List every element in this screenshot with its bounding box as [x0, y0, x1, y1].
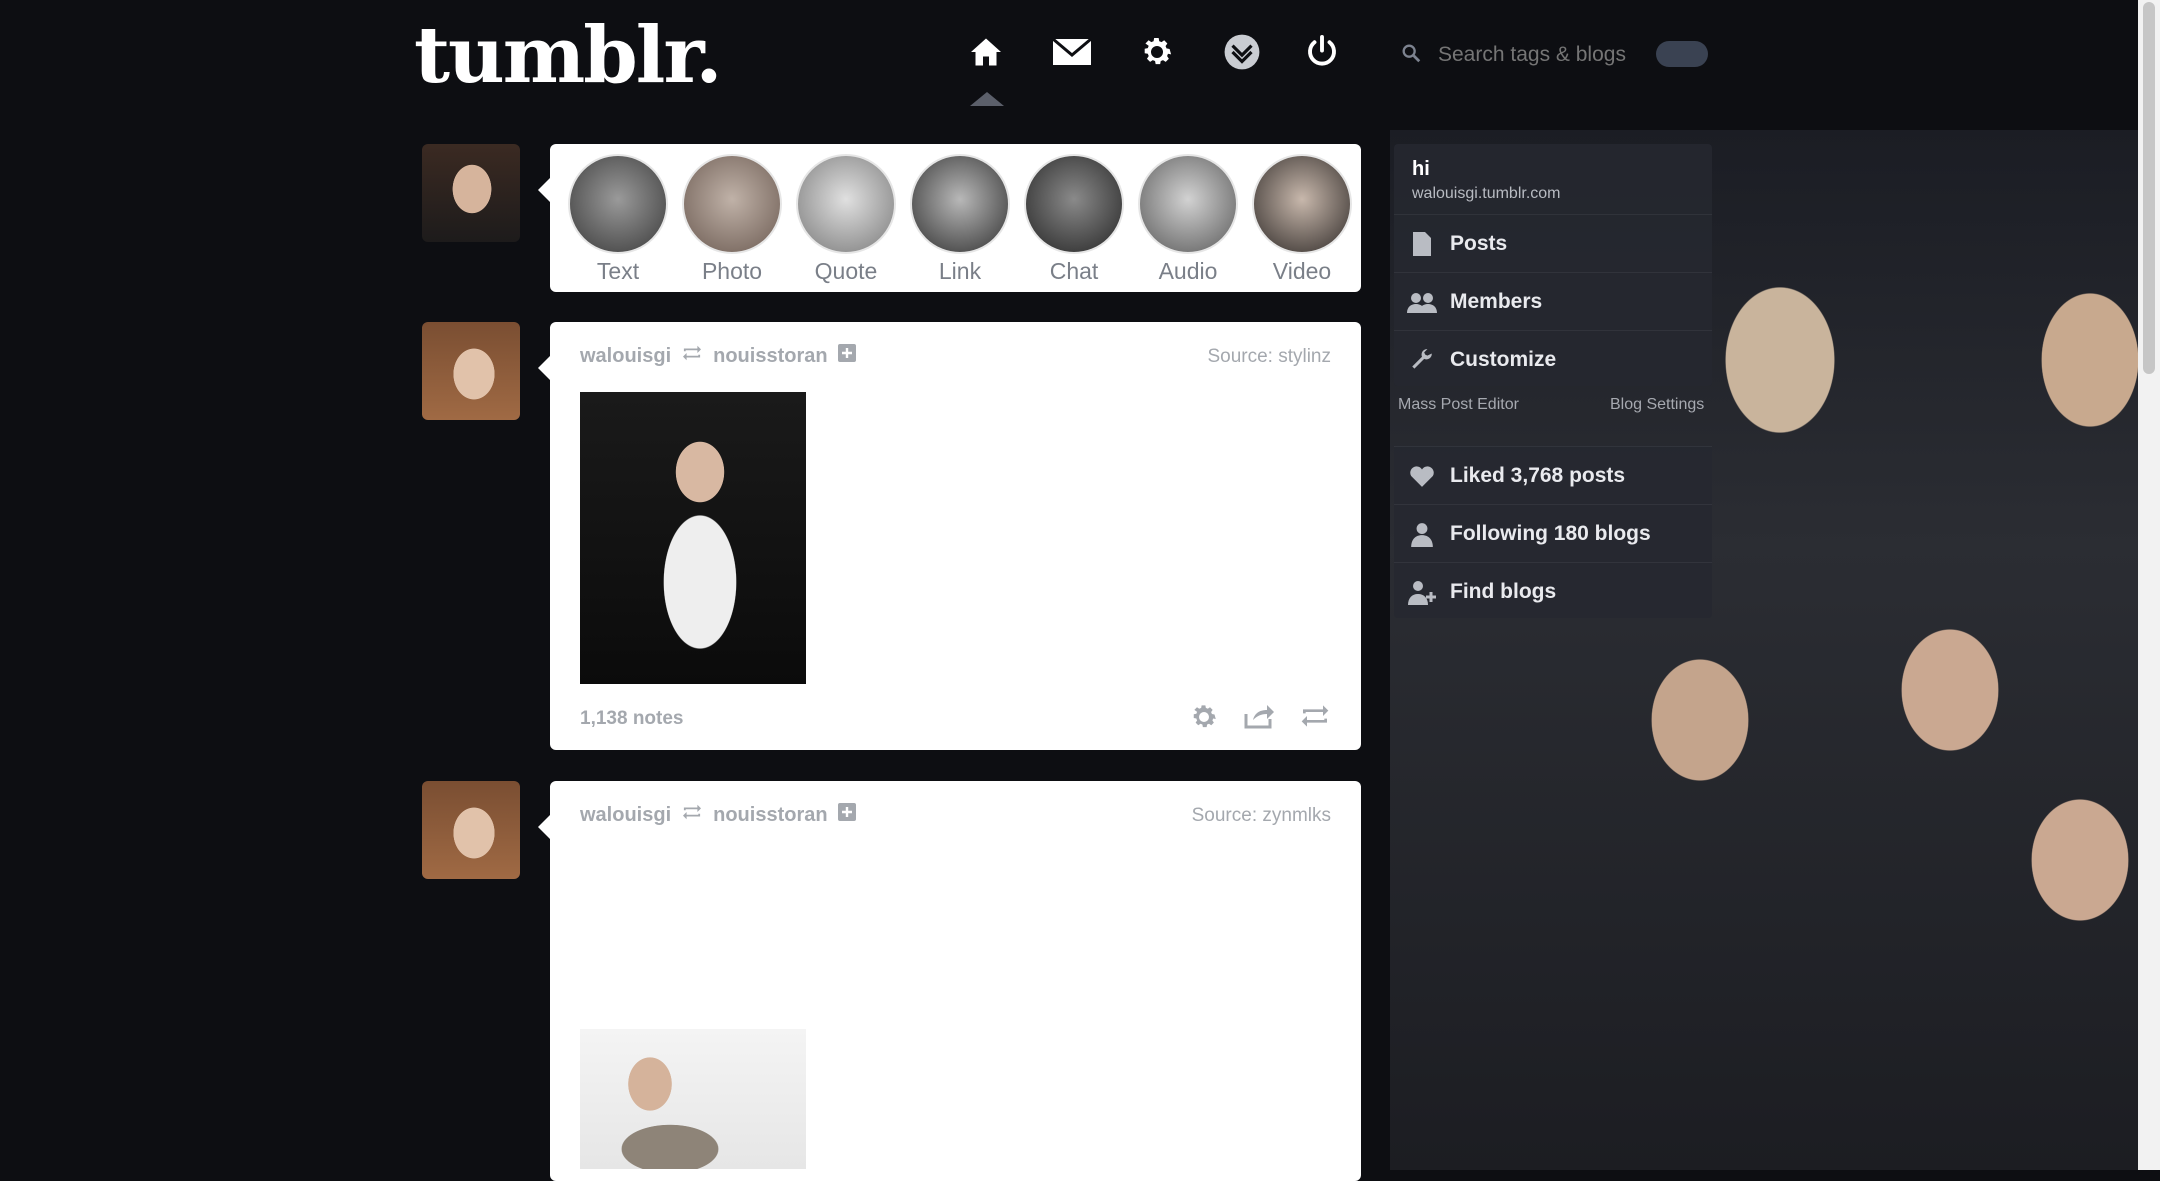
photo-post-thumbnail	[682, 154, 782, 254]
blog-url: walouisgi.tumblr.com	[1412, 185, 1561, 202]
sidebar-item-following[interactable]: Following 180 blogs	[1394, 504, 1712, 562]
sidebar-item-find-blogs[interactable]: Find blogs	[1394, 562, 1712, 620]
post-type-text-button[interactable]: Text	[566, 154, 670, 285]
post-author-link[interactable]: walouisgi	[580, 804, 671, 827]
wrench-icon	[1394, 347, 1450, 373]
blog-title: hi	[1412, 158, 1430, 180]
add-user-icon	[1394, 579, 1450, 605]
post-source-link[interactable]: Source: stylinz	[1207, 346, 1331, 368]
mass-post-editor-link[interactable]: Mass Post Editor	[1398, 396, 1519, 414]
post-photo[interactable]	[580, 1029, 806, 1169]
video-post-thumbnail	[1252, 154, 1352, 254]
post-type-label: Video	[1272, 258, 1332, 284]
post-type-label: Link	[938, 258, 982, 284]
post-type-label: Quote	[814, 258, 878, 284]
follow-plus-icon[interactable]	[837, 803, 856, 827]
post-photo[interactable]	[580, 392, 806, 684]
sidebar-item-customize[interactable]: Customize	[1394, 330, 1712, 388]
activity-panel: Liked 3,768 posts Following 180 blogs Fi…	[1394, 446, 1712, 618]
tumblr-logo[interactable]: tumblr.	[414, 10, 723, 101]
card-pointer	[538, 178, 550, 202]
search-toggle[interactable]	[1656, 41, 1708, 67]
post-type-label: Audio	[1158, 258, 1218, 284]
inbox-icon[interactable]	[1220, 30, 1264, 74]
search-input[interactable]	[1436, 42, 1660, 68]
heart-icon	[1394, 464, 1450, 488]
post-author-avatar[interactable]	[422, 781, 520, 879]
home-icon[interactable]	[964, 30, 1008, 74]
user-avatar[interactable]	[422, 144, 520, 242]
follow-plus-icon[interactable]	[837, 344, 856, 368]
post-type-label: Photo	[701, 258, 763, 284]
post-type-bar: Text Photo Quote Link Chat Audio Video	[538, 144, 1361, 292]
post-type-quote-button[interactable]: Quote	[794, 154, 898, 285]
active-nav-indicator	[970, 92, 1004, 106]
sidebar-item-members[interactable]: Members	[1394, 272, 1712, 330]
audio-post-thumbnail	[1138, 154, 1238, 254]
link-post-thumbnail	[910, 154, 1010, 254]
search-icon	[1400, 42, 1422, 69]
quote-post-thumbnail	[796, 154, 896, 254]
post-type-label: Chat	[1049, 258, 1099, 284]
post-notes-count[interactable]: 1,138 notes	[580, 708, 684, 730]
blog-panel: hi walouisgi.tumblr.com Posts Members Cu…	[1394, 144, 1712, 386]
sidebar-item-posts[interactable]: Posts	[1394, 214, 1712, 272]
reblogged-from-link[interactable]: nouisstoran	[713, 804, 827, 827]
sidebar-item-label: Find blogs	[1450, 579, 1557, 603]
sidebar-item-liked[interactable]: Liked 3,768 posts	[1394, 446, 1712, 504]
post-actions	[1189, 702, 1331, 737]
post-type-video-button[interactable]: Video	[1250, 154, 1354, 285]
reblogged-from-link[interactable]: nouisstoran	[713, 345, 827, 368]
post-author-avatar[interactable]	[422, 322, 520, 420]
post-type-label: Text	[596, 258, 640, 284]
reblog-icon	[681, 803, 703, 827]
blog-settings-link[interactable]: Blog Settings	[1610, 396, 1704, 414]
post-header: walouisgi nouisstoran	[580, 803, 856, 827]
post-type-photo-button[interactable]: Photo	[680, 154, 784, 285]
user-icon	[1394, 521, 1450, 547]
sidebar-item-label: Posts	[1450, 231, 1508, 255]
post-header: walouisgi nouisstoran	[580, 344, 856, 368]
post-type-audio-button[interactable]: Audio	[1136, 154, 1240, 285]
search-bar[interactable]	[1400, 40, 1700, 70]
gear-icon[interactable]	[1135, 30, 1179, 74]
post-type-chat-button[interactable]: Chat	[1022, 154, 1126, 285]
sidebar-item-label: Members	[1450, 289, 1543, 313]
post-author-link[interactable]: walouisgi	[580, 345, 671, 368]
sidebar-item-label: Liked 3,768 posts	[1450, 463, 1626, 487]
sidebar-item-label: Customize	[1450, 347, 1557, 371]
sidebar-item-label: Following 180 blogs	[1450, 521, 1651, 545]
text-post-thumbnail	[568, 154, 668, 254]
mail-icon[interactable]	[1050, 30, 1094, 74]
reblog-button-icon[interactable]	[1299, 702, 1331, 737]
document-icon	[1394, 231, 1450, 257]
card-pointer	[538, 356, 550, 380]
share-icon[interactable]	[1243, 702, 1275, 737]
blog-header[interactable]: hi walouisgi.tumblr.com	[1394, 144, 1712, 214]
post-card: walouisgi nouisstoran Source: stylinz 1,…	[538, 322, 1361, 750]
members-icon	[1394, 291, 1450, 313]
post-type-link-button[interactable]: Link	[908, 154, 1012, 285]
card-pointer	[538, 815, 550, 839]
post-settings-gear-icon[interactable]	[1189, 702, 1219, 737]
post-card: walouisgi nouisstoran Source: zynmlks	[538, 781, 1361, 1181]
reblog-icon	[681, 344, 703, 368]
scrollbar-thumb[interactable]	[2143, 2, 2155, 374]
chat-post-thumbnail	[1024, 154, 1124, 254]
power-icon[interactable]	[1300, 30, 1344, 74]
post-source-link[interactable]: Source: zynmlks	[1192, 805, 1331, 827]
